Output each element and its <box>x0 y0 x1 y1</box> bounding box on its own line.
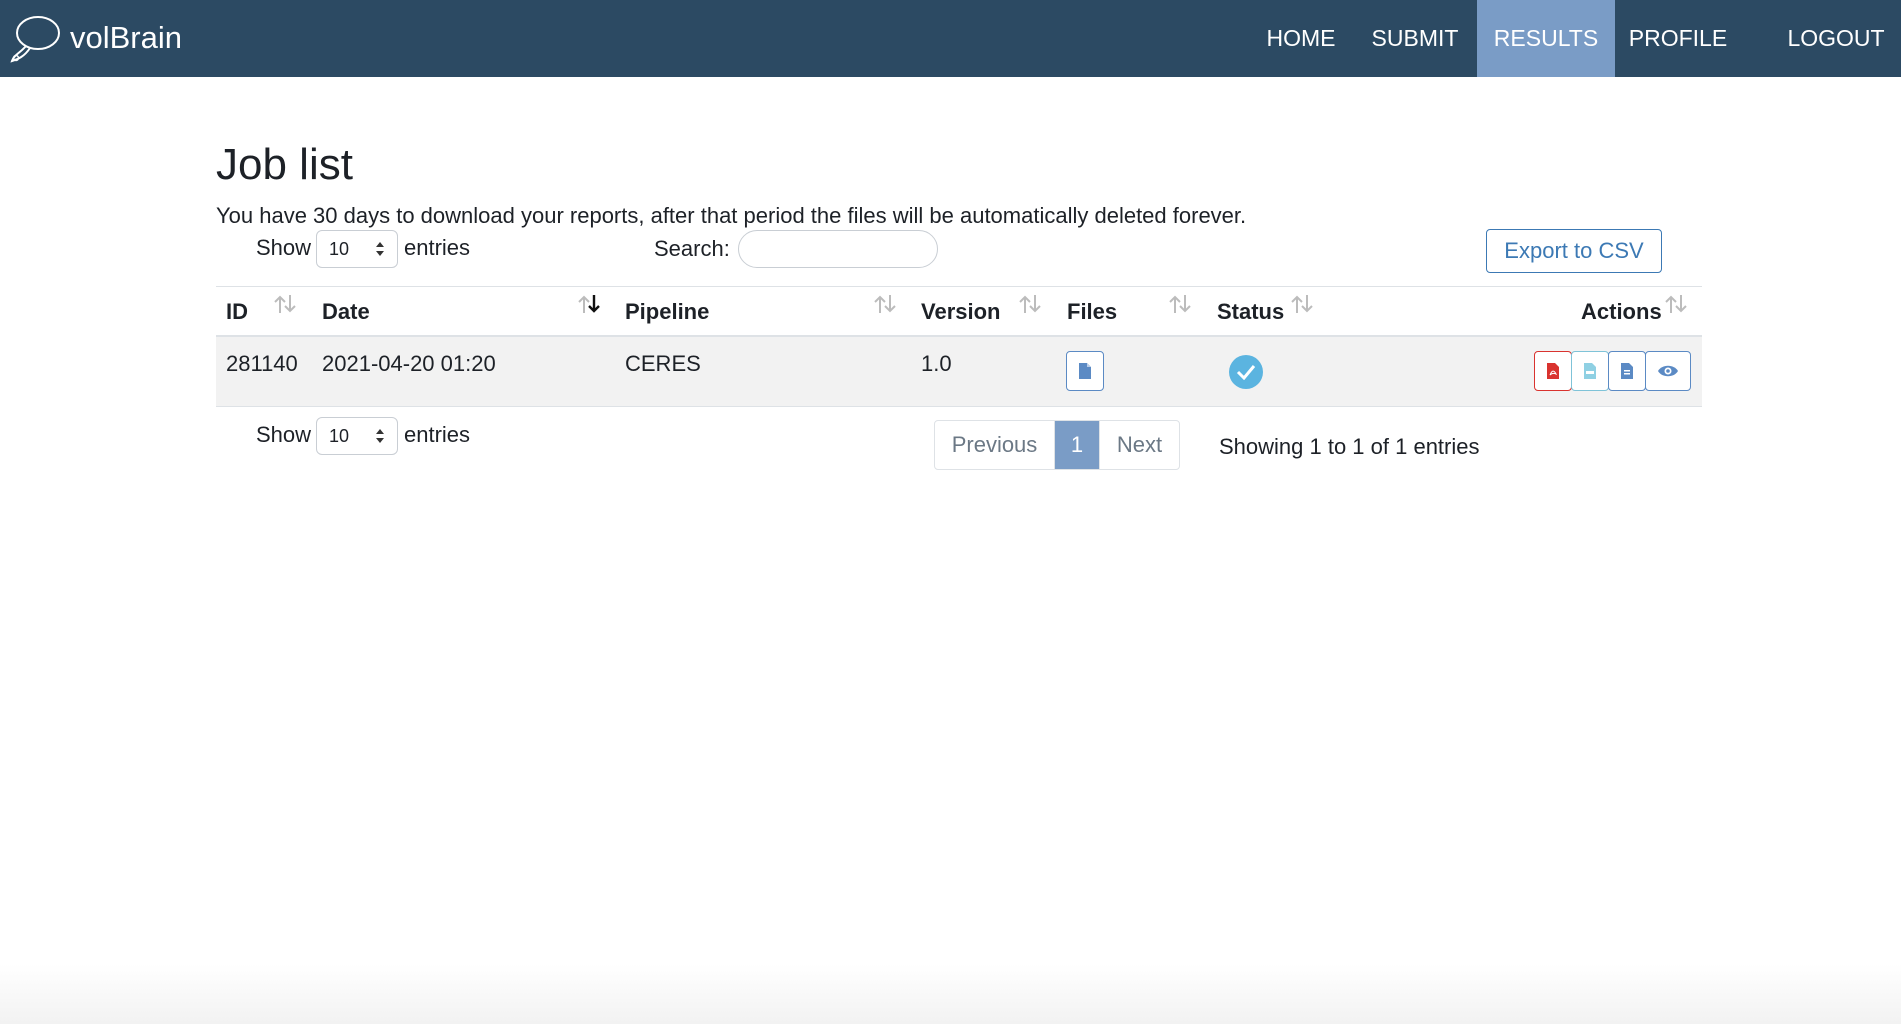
select-caret-icon <box>376 242 384 256</box>
page-size-select-bottom[interactable]: 10 <box>316 417 398 455</box>
cell-pipeline: CERES <box>625 351 701 376</box>
retention-notice: You have 30 days to download your report… <box>216 203 1247 228</box>
column-header-date[interactable]: Date <box>322 287 370 336</box>
page-size-select[interactable]: 10 <box>316 230 398 268</box>
column-header-pipeline[interactable]: Pipeline <box>625 287 709 336</box>
column-header-status[interactable]: Status <box>1217 287 1284 336</box>
eye-icon <box>1658 365 1678 377</box>
nav-home[interactable]: HOME <box>1248 0 1354 77</box>
nav-submit[interactable]: SUBMIT <box>1362 0 1468 77</box>
nav-results[interactable]: RESULTS <box>1477 0 1615 77</box>
show-label-bottom: Show <box>256 422 312 447</box>
sort-icon[interactable] <box>1167 293 1193 315</box>
column-header-files[interactable]: Files <box>1067 287 1117 336</box>
sort-desc-icon[interactable] <box>576 293 602 315</box>
view-report-button[interactable] <box>1645 351 1691 391</box>
cell-id: 281140 <box>226 351 298 376</box>
sort-icon[interactable] <box>272 293 298 315</box>
pagination: Previous 1 Next <box>934 420 1180 470</box>
jobs-table: ID Date Pipeline Version Files Status Ac… <box>216 286 1702 407</box>
search-label: Search: <box>654 236 730 261</box>
column-header-id[interactable]: ID <box>226 287 248 336</box>
sort-icon[interactable] <box>1289 293 1315 315</box>
show-label: Show <box>256 235 312 260</box>
brand-name: volBrain <box>70 20 182 55</box>
search-input[interactable] <box>738 230 938 268</box>
sort-icon[interactable] <box>1017 293 1043 315</box>
table-header: ID Date Pipeline Version Files Status Ac… <box>216 286 1702 337</box>
file-icon <box>1079 363 1091 379</box>
nav-logout[interactable]: LOGOUT <box>1780 0 1892 77</box>
entries-label-bottom: entries <box>404 422 471 447</box>
file-report-button[interactable] <box>1608 351 1646 391</box>
next-page-button[interactable]: Next <box>1099 421 1179 469</box>
entries-label: entries <box>404 235 471 260</box>
select-caret-icon <box>376 429 384 443</box>
csv-icon <box>1584 363 1596 379</box>
previous-page-button[interactable]: Previous <box>935 421 1055 469</box>
page-title: Job list <box>216 140 353 189</box>
nav-profile[interactable]: PROFILE <box>1624 0 1732 77</box>
page-size-value: 10 <box>329 238 350 259</box>
sort-icon[interactable] <box>872 293 898 315</box>
pdf-icon <box>1547 363 1559 379</box>
cell-date: 2021-04-20 01:20 <box>322 351 496 376</box>
speech-bubble-icon <box>10 16 60 63</box>
table-row: 281140 2021-04-20 01:20 CERES 1.0 <box>216 337 1702 407</box>
check-circle-icon <box>1229 355 1263 389</box>
page-size-value: 10 <box>329 425 350 446</box>
current-page-button[interactable]: 1 <box>1055 421 1099 469</box>
top-navbar: volBrain HOME SUBMIT RESULTS PROFILE LOG… <box>0 0 1901 77</box>
cell-version: 1.0 <box>921 351 952 376</box>
csv-report-button[interactable] <box>1571 351 1609 391</box>
column-header-version[interactable]: Version <box>921 287 1000 336</box>
pdf-report-button[interactable] <box>1534 351 1572 391</box>
export-csv-button[interactable]: Export to CSV <box>1486 229 1662 273</box>
file-icon <box>1621 363 1633 379</box>
column-header-actions[interactable]: Actions <box>1581 287 1662 336</box>
file-download-button[interactable] <box>1066 351 1104 391</box>
brand[interactable]: volBrain <box>8 10 182 66</box>
footer-fade <box>0 964 1901 1024</box>
sort-icon[interactable] <box>1663 293 1689 315</box>
table-info: Showing 1 to 1 of 1 entries <box>1219 434 1480 459</box>
